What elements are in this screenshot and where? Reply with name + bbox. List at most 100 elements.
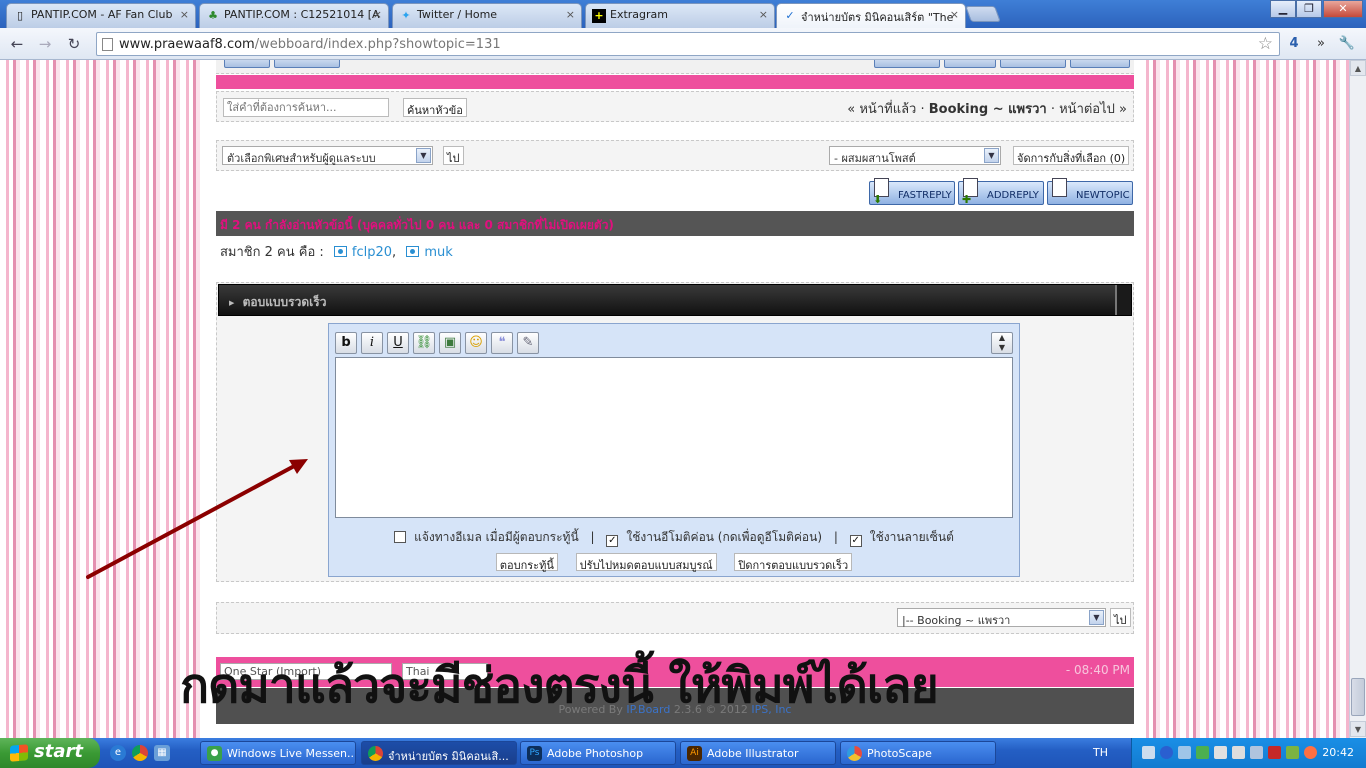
taskbar-item[interactable]: ● Windows Live Messen... — [200, 741, 356, 765]
reload-icon[interactable]: ↻ — [63, 34, 85, 54]
reply-button[interactable] — [1070, 60, 1130, 68]
display-icon[interactable] — [1250, 746, 1263, 759]
wrench-menu-icon[interactable]: 🔧 — [1336, 34, 1358, 54]
prev-page-link[interactable]: « หน้าที่แล้ว — [847, 102, 916, 117]
bold-button[interactable]: b — [335, 332, 357, 354]
member-link[interactable]: muk — [424, 245, 452, 260]
chrome-icon[interactable] — [132, 745, 148, 761]
back-arrow-icon[interactable]: ← — [6, 34, 28, 54]
moderator-options-select[interactable]: ตัวเลือกพิเศษสำหรับผู้ดูแลระบบ ▼ — [222, 146, 433, 165]
address-bar[interactable]: www.praewaaf8.com/webboard/index.php?sho… — [96, 32, 1280, 56]
fastreply-button[interactable]: ⬇ FASTREPLY — [869, 178, 955, 206]
post-reply-button[interactable]: ตอบกระทู้นี้ — [495, 553, 558, 572]
quick-reply-header[interactable]: ▶ ตอบแบบรวดเร็ว — [218, 284, 1132, 316]
topic-search-input[interactable] — [223, 98, 389, 117]
browser-tab-active[interactable]: ✓ จำหน่ายบัตร มินิคอนเสิร์ต "The × — [776, 3, 966, 29]
security-icon[interactable] — [1268, 746, 1281, 759]
messenger-tray-icon[interactable] — [1232, 746, 1245, 759]
delete-button[interactable] — [874, 60, 940, 68]
show-desktop-icon[interactable]: ▦ — [154, 745, 170, 761]
forum-jump-select[interactable]: |-- Booking ~ แพรวา ▼ — [897, 608, 1106, 627]
edit-button[interactable] — [944, 60, 996, 68]
update-icon[interactable] — [1304, 746, 1317, 759]
maximize-button[interactable]: ❐ — [1296, 0, 1322, 18]
close-window-button[interactable]: ✕ — [1323, 0, 1363, 18]
browser-tab[interactable]: ♣ PANTIP.COM : C12521014 [A × — [199, 3, 389, 28]
tab-close-icon[interactable]: × — [759, 8, 768, 21]
input-language-indicator[interactable]: TH — [1093, 746, 1108, 759]
forum-name-link[interactable]: Booking ~ แพรวา — [929, 102, 1047, 117]
chevron-down-icon: ▼ — [984, 148, 999, 163]
next-page-link[interactable]: หน้าต่อไป » — [1059, 102, 1127, 117]
start-label: start — [34, 741, 83, 762]
emoticons-checkbox[interactable]: ✓ — [606, 535, 619, 547]
extension-badge-icon[interactable]: 4 — [1286, 34, 1302, 54]
battery-icon[interactable] — [1286, 746, 1299, 759]
forward-arrow-icon[interactable]: → — [34, 34, 56, 54]
newtopic-button[interactable]: NEWTOPIC — [1047, 178, 1133, 205]
jump-go-button[interactable]: ไป — [1110, 608, 1131, 627]
taskbar-item-active[interactable]: จำหน่ายบัตร มินิคอนเสิ... — [361, 741, 517, 765]
minimize-button[interactable]: ▁ — [1270, 0, 1296, 18]
reply-textarea[interactable] — [335, 357, 1013, 518]
internet-explorer-icon[interactable]: e — [110, 745, 126, 761]
page-icon — [102, 38, 113, 51]
report-button[interactable] — [274, 60, 340, 68]
manage-selected-button[interactable]: จัดการกับสิ่งที่เลือก (0) — [1013, 146, 1130, 165]
post-mode-select[interactable]: - ผสมผสานโพสต์ ▼ — [829, 146, 1001, 165]
start-button[interactable]: start — [0, 738, 100, 768]
emoticon-icon[interactable]: ☺ — [465, 332, 487, 354]
taskbar-item[interactable]: Ps Adobe Photoshop — [520, 741, 676, 765]
system-clock[interactable]: 20:42 — [1322, 746, 1354, 759]
search-topic-button[interactable]: ค้นหาหัวข้อ — [403, 98, 467, 117]
scroll-thumb[interactable] — [1351, 678, 1365, 716]
select-value: |-- Booking ~ แพรวา — [902, 614, 1011, 627]
go-button[interactable]: ไป — [443, 146, 464, 165]
quote-bubble-icon[interactable]: ❝ — [491, 332, 513, 354]
quick-reply-section: ▶ ตอบแบบรวดเร็ว b i U ⛓ ▣ ☺ ❝ ✎ ▲ ▼ แจ้ง… — [216, 282, 1134, 582]
volume-icon[interactable] — [1214, 746, 1227, 759]
full-editor-button[interactable]: ปรับไปหมดตอบแบบสมบูรณ์ — [575, 553, 717, 572]
more-chevron-icon[interactable]: » — [1314, 34, 1328, 54]
browser-tab[interactable]: ✦ Twitter / Home × — [392, 3, 582, 28]
scroll-up-icon[interactable]: ▲ — [1350, 60, 1366, 76]
spellcheck-icon[interactable]: ✎ — [517, 332, 539, 354]
quote-button[interactable] — [1000, 60, 1066, 68]
scroll-down-icon[interactable]: ▼ — [1350, 721, 1366, 737]
email-notify-checkbox[interactable] — [394, 531, 407, 543]
page-icon: ▯ — [16, 9, 24, 22]
taskbar-item[interactable]: Ai Adobe Illustrator — [680, 741, 836, 765]
messenger-icon: ● — [207, 746, 222, 761]
close-quick-reply-button[interactable]: ปิดการตอบแบบรวดเร็ว — [734, 553, 853, 572]
addreply-button[interactable]: ✚ ADDREPLY — [958, 178, 1044, 206]
browser-tab[interactable]: + Extragram × — [585, 3, 775, 28]
tab-close-icon[interactable]: × — [180, 8, 189, 21]
tab-close-icon[interactable]: × — [566, 8, 575, 21]
resize-toggle-icon[interactable]: ▲ ▼ — [991, 332, 1013, 354]
signature-checkbox[interactable]: ✓ — [849, 535, 862, 547]
safely-remove-icon[interactable] — [1178, 746, 1191, 759]
member-link[interactable]: fclp20 — [352, 245, 392, 260]
antivirus-icon[interactable] — [1196, 746, 1209, 759]
underline-button[interactable]: U — [387, 332, 409, 354]
search-row: ค้นหาหัวข้อ « หน้าที่แล้ว · Booking ~ แพ… — [216, 91, 1134, 122]
top-button[interactable] — [224, 60, 270, 68]
url-path: /webboard/index.php?showtopic=131 — [254, 37, 501, 52]
tab-close-icon[interactable]: × — [373, 8, 382, 21]
new-tab-button[interactable] — [965, 6, 1001, 22]
insert-image-icon[interactable]: ▣ — [439, 332, 461, 354]
tab-title: จำหน่ายบัตร มินิคอนเสิร์ต "The — [801, 11, 954, 24]
italic-button[interactable]: i — [361, 332, 383, 354]
browser-tab[interactable]: ▯ PANTIP.COM - AF Fan Club × — [6, 3, 196, 28]
plus-icon: + — [592, 9, 606, 23]
vertical-scrollbar[interactable]: ▲ ▼ — [1349, 60, 1366, 738]
bookmark-star-icon[interactable]: ☆ — [1258, 34, 1273, 54]
bluetooth-icon[interactable] — [1160, 746, 1173, 759]
reply-options: แจ้งทางอีเมล เมื่อมีผู้ตอบกระทู้นี้ | ✓ ใ… — [329, 528, 1019, 547]
email-notify-label: แจ้งทางอีเมล เมื่อมีผู้ตอบกระทู้นี้ — [414, 530, 579, 544]
taskbar-item[interactable]: PhotoScape — [840, 741, 996, 765]
tab-close-icon[interactable]: × — [950, 8, 959, 21]
insert-link-icon[interactable]: ⛓ — [413, 332, 435, 354]
emoticons-label: ใช้งานอีโมติค่อน (กดเพื่อดูอีโมติค่อน) — [626, 530, 823, 544]
network-icon[interactable] — [1142, 746, 1155, 759]
